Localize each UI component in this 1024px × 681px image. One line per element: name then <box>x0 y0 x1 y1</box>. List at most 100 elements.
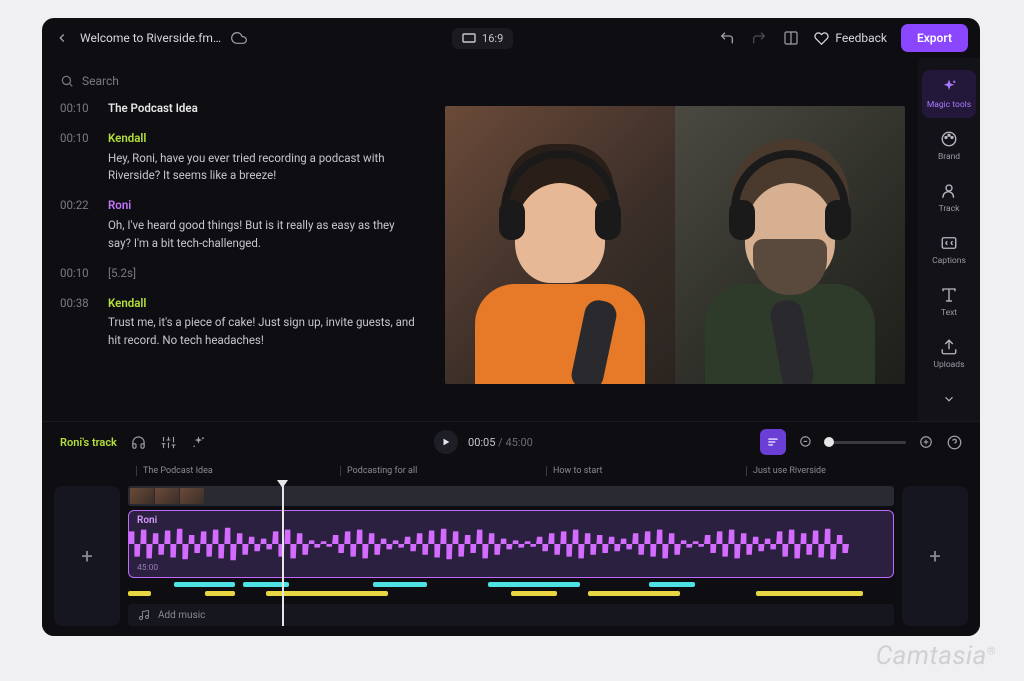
transcript-toggle-button[interactable] <box>760 429 786 455</box>
timeline-marker[interactable] <box>756 591 863 596</box>
transcript-row[interactable]: 00:10[5.2s] <box>60 265 422 283</box>
active-track-label[interactable]: Roni's track <box>60 436 117 449</box>
add-track-left-button[interactable]: + <box>54 486 120 626</box>
upload-icon <box>940 338 958 356</box>
transcript-pane: Search 00:10The Podcast Idea00:10Kendall… <box>42 58 432 421</box>
transcript-row[interactable]: 00:10The Podcast Idea <box>60 100 422 118</box>
cc-icon <box>940 234 958 252</box>
timeline-marker[interactable] <box>588 591 680 596</box>
zoom-slider[interactable] <box>826 441 906 444</box>
aspect-ratio-button[interactable]: 16:9 <box>452 28 513 49</box>
timeline-marker[interactable] <box>511 591 557 596</box>
rail-more-button[interactable] <box>922 382 976 416</box>
rail-item-magic[interactable]: Magic tools <box>922 70 976 118</box>
aspect-icon <box>462 33 476 43</box>
tool-rail: Magic tools Brand Track Captions Text Uploads <box>918 58 980 421</box>
playbar: Roni's track 00:05 / 45:00 <box>42 422 980 462</box>
export-button[interactable]: Export <box>901 24 968 52</box>
timeline-tracks[interactable]: Roni 45:00 Add music <box>128 486 894 626</box>
transcript-timestamp: 00:22 <box>60 197 96 252</box>
settings-sliders-icon[interactable] <box>161 434 177 450</box>
timeline-marker[interactable] <box>649 582 695 587</box>
transcript-list: 00:10The Podcast Idea00:10KendallHey, Ro… <box>60 100 432 421</box>
chapter-marker[interactable]: Podcasting for all <box>340 466 417 476</box>
zoom-in-icon[interactable] <box>918 434 934 450</box>
chapter-marker[interactable]: Just use Riverside <box>746 466 826 476</box>
rail-label: Brand <box>938 152 960 162</box>
add-music-track[interactable]: Add music <box>128 604 894 626</box>
rail-label: Text <box>941 308 957 318</box>
chapter-marker[interactable]: How to start <box>546 466 602 476</box>
video-preview <box>432 58 918 421</box>
transcript-row[interactable]: 00:10 Kendall Hey, Roni, have you ever tri… <box>60 130 422 185</box>
video-canvas[interactable] <box>445 106 905 384</box>
music-note-icon <box>138 609 150 621</box>
cloud-sync-icon[interactable] <box>231 30 247 46</box>
topbar: Welcome to Riverside.fm… 16:9 Feedback E… <box>42 18 980 58</box>
zoom-out-icon[interactable] <box>798 434 814 450</box>
rail-label: Track <box>939 204 960 214</box>
add-track-right-button[interactable]: + <box>902 486 968 626</box>
audio-clip[interactable]: Roni 45:00 <box>128 510 894 578</box>
transcript-timestamp: 00:10 <box>60 100 96 118</box>
help-icon[interactable] <box>946 434 962 450</box>
transcript-speaker: Kendall <box>108 130 422 148</box>
layout-icon[interactable] <box>782 29 800 47</box>
redo-icon[interactable] <box>750 29 768 47</box>
rail-label: Captions <box>932 256 966 266</box>
rail-item-captions[interactable]: Captions <box>922 226 976 274</box>
timeline-marker[interactable] <box>128 591 151 596</box>
transcript-text: Trust me, it's a piece of cake! Just sig… <box>108 314 418 350</box>
search-row[interactable]: Search <box>60 66 432 100</box>
search-icon <box>60 74 74 88</box>
clip-duration: 45:00 <box>137 563 158 573</box>
transcript-speaker: Kendall <box>108 295 422 313</box>
transcript-text: Hey, Roni, have you ever tried recording… <box>108 150 418 186</box>
transcript-pause: [5.2s] <box>108 265 422 283</box>
rail-item-track[interactable]: Track <box>922 174 976 222</box>
transcript-speaker: Roni <box>108 197 422 215</box>
transcript-row[interactable]: 00:22 Roni Oh, I've heard good things! But… <box>60 197 422 252</box>
search-placeholder: Search <box>82 74 119 88</box>
timeline: + Roni 45:00 Add music + <box>42 480 980 636</box>
rail-item-text[interactable]: Text <box>922 278 976 326</box>
marker-row-cyan <box>128 582 894 587</box>
rail-item-uploads[interactable]: Uploads <box>922 330 976 378</box>
app-window: Welcome to Riverside.fm… 16:9 Feedback E… <box>42 18 980 636</box>
transcript-row[interactable]: 00:38KendallTrust me, it's a piece of ca… <box>60 295 422 350</box>
timeline-marker[interactable] <box>266 591 389 596</box>
play-button[interactable] <box>434 430 458 454</box>
person-icon <box>940 182 958 200</box>
sparkle-icon[interactable] <box>191 434 207 450</box>
transcript-text: Oh, I've heard good things! But is it re… <box>108 217 418 253</box>
waveform <box>129 526 849 562</box>
undo-icon[interactable] <box>718 29 736 47</box>
timeline-section: Roni's track 00:05 / 45:00 The Podcast I… <box>42 421 980 636</box>
timeline-marker[interactable] <box>205 591 236 596</box>
chapter-markers-row: The Podcast Idea Podcasting for all How to… <box>42 462 980 480</box>
rail-item-brand[interactable]: Brand <box>922 122 976 170</box>
headphones-icon[interactable] <box>131 434 147 450</box>
chapter-marker[interactable]: The Podcast Idea <box>136 466 213 476</box>
chevron-down-icon <box>940 390 958 408</box>
add-music-label: Add music <box>158 610 205 621</box>
playback-time: 00:05 / 45:00 <box>468 436 533 449</box>
timeline-marker[interactable] <box>373 582 427 587</box>
aspect-label: 16:9 <box>482 32 503 45</box>
participant-video-1 <box>445 106 675 384</box>
playhead[interactable] <box>282 486 284 626</box>
current-time: 00:05 <box>468 436 495 449</box>
timeline-marker[interactable] <box>488 582 580 587</box>
back-icon[interactable] <box>54 30 70 46</box>
video-thumb <box>180 488 204 504</box>
video-thumbnail-strip[interactable] <box>128 486 894 506</box>
video-thumb <box>130 488 154 504</box>
video-thumb <box>155 488 179 504</box>
rail-label: Magic tools <box>927 100 971 110</box>
project-title[interactable]: Welcome to Riverside.fm… <box>80 31 221 45</box>
timeline-marker[interactable] <box>174 582 235 587</box>
feedback-button[interactable]: Feedback <box>814 31 887 46</box>
feedback-label: Feedback <box>835 31 887 45</box>
transcript-timestamp: 00:10 <box>60 130 96 185</box>
duration-time: 45:00 <box>505 436 532 449</box>
